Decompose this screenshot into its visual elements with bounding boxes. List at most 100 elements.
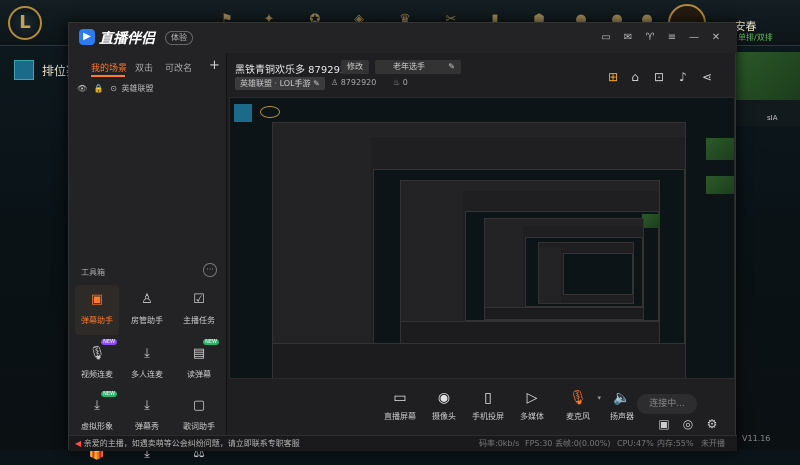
tool-virtual-avatar[interactable]: NEW ⤓ 虚拟形象: [75, 391, 119, 441]
game-logo[interactable]: L: [8, 6, 42, 40]
tab-double-click[interactable]: 双击: [135, 61, 153, 74]
tool-label: 主播任务: [183, 316, 215, 325]
game-logo: [260, 106, 280, 118]
game-tag-label: 英雄联盟 · LOL手游: [240, 79, 311, 88]
camera-button[interactable]: ◉ 摄像头: [419, 389, 469, 422]
nested-app-preview: [400, 180, 660, 344]
message-icon: ▣: [90, 292, 104, 307]
gear-icon[interactable]: ⚙: [705, 417, 719, 431]
menu-icon[interactable]: ≡: [665, 31, 679, 45]
new-badge: NEW: [101, 339, 117, 345]
version-badge[interactable]: 体验: [165, 31, 193, 45]
start-live-button[interactable]: 连接中...: [637, 394, 697, 414]
tool-label: 房管助手: [131, 316, 163, 325]
speaker-icon: ◀: [75, 439, 84, 448]
tool-room-manager[interactable]: ♙ 房管助手: [125, 285, 169, 335]
nested-controls: [401, 321, 659, 343]
tool-label: 视频连麦: [81, 370, 113, 379]
nested-controls: [273, 343, 685, 378]
nested-title-bar: [485, 219, 643, 226]
new-badge: NEW: [203, 339, 219, 345]
notice-message: 亲爱的主播，如遇卖萌等公会纠纷问题，请立即联系专职客服: [83, 439, 300, 448]
tool-danmu-show[interactable]: ⤓ 弹幕秀: [125, 391, 169, 441]
tab-rename[interactable]: 可改名: [165, 61, 192, 74]
mic-icon: 🎙: [88, 346, 106, 361]
nested-left-panel: [485, 226, 523, 319]
message-icon[interactable]: ▭: [599, 31, 613, 45]
control-label: 扬声器: [610, 412, 634, 421]
game-panel-bar: sIA: [733, 100, 800, 126]
edit-button[interactable]: 修改: [341, 60, 369, 74]
game-panel-label: sIA: [767, 114, 778, 122]
bell-icon[interactable]: ♪: [675, 69, 691, 85]
lyrics-icon: ▢: [192, 398, 206, 413]
title-bar: ▶ 直播伴侣 体验 ▭ ✉ ♈ ≡ — ✕: [69, 23, 737, 53]
phone-cast-button[interactable]: ▯ 手机投屏: [463, 389, 513, 422]
multimedia-button[interactable]: ▷ 多媒体: [507, 389, 557, 422]
speaker-icon: 🔈: [613, 390, 631, 406]
tool-multi-link[interactable]: ⤓ 多人连麦: [125, 339, 169, 389]
layout-icon[interactable]: ⊡: [651, 69, 667, 85]
nested-preview: [373, 169, 685, 345]
control-label: 直播屏幕: [384, 412, 416, 421]
viewer-count: ♙ 8792920: [331, 78, 376, 87]
tab-my-scene[interactable]: 我的场景: [91, 61, 127, 74]
nested-preview: [465, 211, 660, 321]
game-panel-image: [706, 138, 734, 160]
share-icon[interactable]: ⋖: [699, 69, 715, 85]
add-scene-button[interactable]: +: [209, 58, 220, 73]
nested-title-bar: [401, 181, 659, 191]
tool-video-link[interactable]: NEW 🎙 视频连麦: [75, 339, 119, 389]
tool-streamer-task[interactable]: ☑ 主播任务: [177, 285, 221, 335]
left-panel: 我的场景 双击 可改名 + 👁 🔒 ⊙ 英雄联盟 工具箱 ··· ▣ 弹幕助手 …: [69, 53, 227, 461]
tool-label: 读弹幕: [187, 370, 211, 379]
streaming-app-window: ▶ 直播伴侣 体验 ▭ ✉ ♈ ≡ — ✕ 我的场景 双击 可改名 + 👁 🔒 …: [68, 22, 737, 461]
ranked-icon: [234, 104, 252, 122]
tool-read-danmu[interactable]: NEW ▤ 读弹幕: [177, 339, 221, 389]
close-icon[interactable]: ✕: [709, 31, 723, 45]
screen-capture-button[interactable]: ▭ 直播屏幕: [375, 389, 425, 422]
visibility-icon[interactable]: 👁: [77, 84, 87, 93]
status-bar: ◀ 亲爱的主播，如遇卖萌等公会纠纷问题，请立即联系专职客服 码率:0kb/s F…: [69, 435, 737, 451]
avatar-icon: ⤓: [94, 398, 100, 413]
screen-icon: ▭: [393, 390, 407, 406]
viewer-icon: ♙: [331, 78, 341, 87]
read-icon: ▤: [192, 346, 206, 361]
media-icon: ▷: [526, 390, 538, 406]
tool-danmu-assistant[interactable]: ▣ 弹幕助手: [75, 285, 119, 335]
tool-label: 多人连麦: [131, 370, 163, 379]
new-badge: NEW: [101, 391, 117, 397]
game-mode-label: 单排/双排: [738, 33, 773, 42]
eye-icon[interactable]: ◎: [681, 417, 695, 431]
shirt-icon[interactable]: ♈: [643, 31, 657, 45]
control-label: 多媒体: [520, 412, 544, 421]
nested-left-panel: [539, 247, 561, 303]
control-label: 摄像头: [432, 412, 456, 421]
game-tag[interactable]: 英雄联盟 · LOL手游 ✎: [235, 77, 325, 90]
phone-icon: ▯: [484, 390, 492, 406]
gift-box-icon[interactable]: ⊞: [605, 69, 621, 85]
scene-name: 英雄联盟: [121, 84, 154, 93]
pencil-icon: ✎: [313, 79, 320, 88]
scene-item[interactable]: 👁 🔒 ⊙ 英雄联盟: [77, 83, 217, 97]
like-count: ♨ 0: [393, 78, 408, 87]
nested-app-preview: [538, 242, 634, 304]
tool-lyrics[interactable]: ▢ 歌词助手: [177, 391, 221, 441]
active-tab-indicator: [91, 75, 125, 77]
minimize-icon[interactable]: —: [687, 31, 701, 45]
tool-label: 歌词助手: [183, 422, 215, 431]
mail-icon[interactable]: ✉: [621, 31, 635, 45]
pencil-icon: ✎: [448, 62, 455, 71]
stream-preview[interactable]: [229, 97, 735, 379]
game-panel-image: [733, 52, 800, 100]
lock-icon[interactable]: 🔒: [94, 84, 104, 93]
app-logo-icon: ▶: [79, 29, 95, 45]
ranked-icon: [14, 60, 34, 80]
game-panel-image: [706, 176, 734, 194]
microphone-icon: 🎙: [569, 390, 587, 406]
microphone-button[interactable]: 🎙 麦克风 ▾: [553, 389, 603, 422]
category-field[interactable]: 老年选手 ✎: [375, 60, 461, 74]
record-icon[interactable]: ▣: [657, 417, 671, 431]
more-icon[interactable]: ···: [203, 263, 217, 277]
unlock-icon[interactable]: ⌂: [627, 69, 643, 85]
